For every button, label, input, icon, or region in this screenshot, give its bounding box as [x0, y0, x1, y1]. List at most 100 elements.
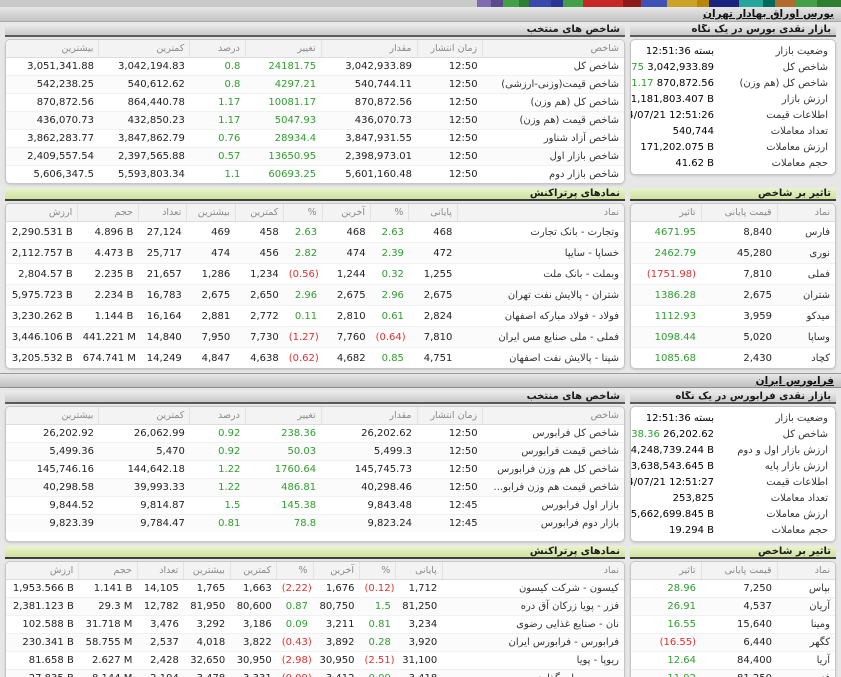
table-row: میدکو3,9591112.93 — [631, 306, 835, 327]
cell-value: 7,760 — [322, 327, 370, 348]
symbol-link[interactable]: ومینا — [777, 616, 835, 634]
column-header[interactable]: تاثیر — [631, 204, 701, 222]
column-header[interactable]: تعداد — [137, 562, 183, 580]
symbol-link[interactable]: فملی - ملی صنایع مس ایران — [457, 327, 624, 348]
farabourse-title-link[interactable]: فرابورس ایران — [756, 375, 834, 387]
symbol-link[interactable]: فزر — [777, 670, 835, 677]
column-header[interactable]: حجم — [78, 204, 139, 222]
column-header[interactable]: % — [284, 204, 322, 222]
cell-value: (0.12) — [359, 580, 395, 598]
symbol-link[interactable]: میدکو — [777, 306, 835, 327]
column-header[interactable]: نماد — [777, 204, 835, 222]
bourse-indices-column: شاخص های منتخب شاخصزمان انتشارمقدارتغییر… — [5, 24, 625, 184]
symbol-link[interactable]: آریان — [777, 598, 835, 616]
table-row: شاخص کل هم وزن فرابورس12:50145,745.73176… — [6, 461, 624, 479]
cell-value: 4,682 — [322, 348, 370, 369]
column-header[interactable]: زمان انتشار — [417, 407, 483, 425]
column-header[interactable]: نماد — [777, 562, 835, 580]
symbol-link[interactable]: خساپا - سایپا — [457, 243, 624, 264]
heatmap-segment — [519, 0, 529, 7]
column-header[interactable]: بیشترین — [184, 562, 230, 580]
column-header[interactable]: بیشترین — [187, 204, 235, 222]
cell-value: 12,782 — [137, 598, 183, 616]
column-header[interactable]: پایانی — [409, 204, 457, 222]
column-header[interactable]: % — [371, 204, 409, 222]
cell-value: 145,746.16 — [6, 461, 99, 479]
symbol-link[interactable]: نان - صنایع غذایی رضوی — [442, 616, 624, 634]
column-header[interactable]: درصد — [190, 40, 246, 58]
column-header[interactable]: نماد — [442, 562, 624, 580]
column-header[interactable]: ارزش — [6, 204, 78, 222]
overview-row: ارزش بازار91,181,803.407 B — [638, 91, 828, 107]
symbol-link[interactable]: وبملت - بانک ملت — [457, 264, 624, 285]
column-header[interactable]: حجم — [79, 562, 138, 580]
overview-label: اطلاعات قیمت — [714, 477, 828, 488]
cell-value: 0.32 — [371, 264, 409, 285]
symbol-link[interactable]: کچاد — [777, 348, 835, 369]
symbol-link[interactable]: فارس — [777, 222, 835, 243]
symbol-link[interactable]: وتجارت - بانک تجارت — [457, 222, 624, 243]
column-header[interactable]: تغییر — [245, 40, 321, 58]
column-header[interactable]: نماد — [457, 204, 624, 222]
column-header[interactable]: % — [277, 562, 313, 580]
column-header[interactable]: ارزش — [6, 562, 79, 580]
overview-label: حجم معاملات — [714, 158, 828, 169]
cell-value: (2.51) — [359, 652, 395, 670]
column-header[interactable]: قیمت پایانی — [701, 562, 777, 580]
symbol-link[interactable]: کیسون - شرکت کیسون — [442, 580, 624, 598]
symbol-link[interactable]: فولاد - فولاد مبارکه اصفهان — [457, 306, 624, 327]
symbol-link[interactable]: شتران — [777, 285, 835, 306]
column-header[interactable]: کمترین — [230, 562, 276, 580]
symbol-link[interactable]: ریوپا - پویا — [442, 652, 624, 670]
bourse-overview-column: بازار نقدی بورس در یک نگاه وضعیت بازاربس… — [630, 24, 836, 175]
symbol-link[interactable]: نوری — [777, 243, 835, 264]
column-header[interactable]: قیمت پایانی — [701, 204, 777, 222]
column-header[interactable]: شاخص — [483, 40, 624, 58]
symbol-link[interactable]: شپنا - پالایش نفت اصفهان — [457, 348, 624, 369]
overview-label: شاخص کل — [714, 429, 828, 440]
symbol-link[interactable]: فرابورس - فرابورس ایران — [442, 634, 624, 652]
symbol-link[interactable]: مهر - سرمایه گذاری مهر — [442, 670, 624, 677]
column-header[interactable]: کمترین — [99, 40, 190, 58]
exchange-title-link[interactable]: بورس اوراق بهادار تهران — [703, 8, 834, 20]
overview-label: حجم معاملات — [714, 525, 828, 536]
cell-value: 0.28 — [359, 634, 395, 652]
cell-value: 84,400 — [701, 652, 777, 670]
table-row: فملی - ملی صنایع مس ایران7,810(0.64)7,76… — [6, 327, 624, 348]
column-header[interactable]: بیشترین — [6, 407, 99, 425]
overview-label: وضعیت بازار — [714, 413, 828, 424]
column-header[interactable]: بیشترین — [6, 40, 99, 58]
column-header[interactable]: تعداد — [138, 204, 186, 222]
cell-value: 39,993.33 — [99, 479, 190, 497]
column-header[interactable]: تاثیر — [631, 562, 701, 580]
cell-value: 436,070.73 — [6, 112, 99, 130]
cell-value: 4,018 — [184, 634, 230, 652]
column-header[interactable]: پایانی — [396, 562, 442, 580]
row-name: شاخص بازار اول — [483, 148, 624, 166]
cell-value: 1,255 — [409, 264, 457, 285]
column-header[interactable]: تغییر — [245, 407, 321, 425]
column-header[interactable]: مقدار — [321, 407, 417, 425]
column-header[interactable]: آخرین — [322, 204, 370, 222]
cell-value: 5047.93 — [245, 112, 321, 130]
column-header[interactable]: شاخص — [483, 407, 624, 425]
symbol-link[interactable]: کگهر — [777, 634, 835, 652]
symbol-link[interactable]: فزر - پویا زرکان آق دره — [442, 598, 624, 616]
column-header[interactable]: زمان انتشار — [417, 40, 483, 58]
heatmap-segment — [551, 0, 563, 7]
column-header[interactable]: کمترین — [99, 407, 190, 425]
column-header[interactable]: % — [359, 562, 395, 580]
cell-value: 12:50 — [417, 425, 483, 443]
column-header[interactable]: مقدار — [321, 40, 417, 58]
cell-value: (0.64) — [371, 327, 409, 348]
symbol-link[interactable]: شتران - پالایش نفت تهران — [457, 285, 624, 306]
symbol-link[interactable]: فملی — [777, 264, 835, 285]
cell-value: 3,292 — [184, 616, 230, 634]
column-header[interactable]: درصد — [190, 407, 246, 425]
column-header[interactable]: کمترین — [235, 204, 283, 222]
symbol-link[interactable]: آریا — [777, 652, 835, 670]
symbol-link[interactable]: وساپا — [777, 327, 835, 348]
symbol-link[interactable]: بپاس — [777, 580, 835, 598]
heatmap-segment — [529, 0, 551, 7]
column-header[interactable]: آخرین — [313, 562, 359, 580]
